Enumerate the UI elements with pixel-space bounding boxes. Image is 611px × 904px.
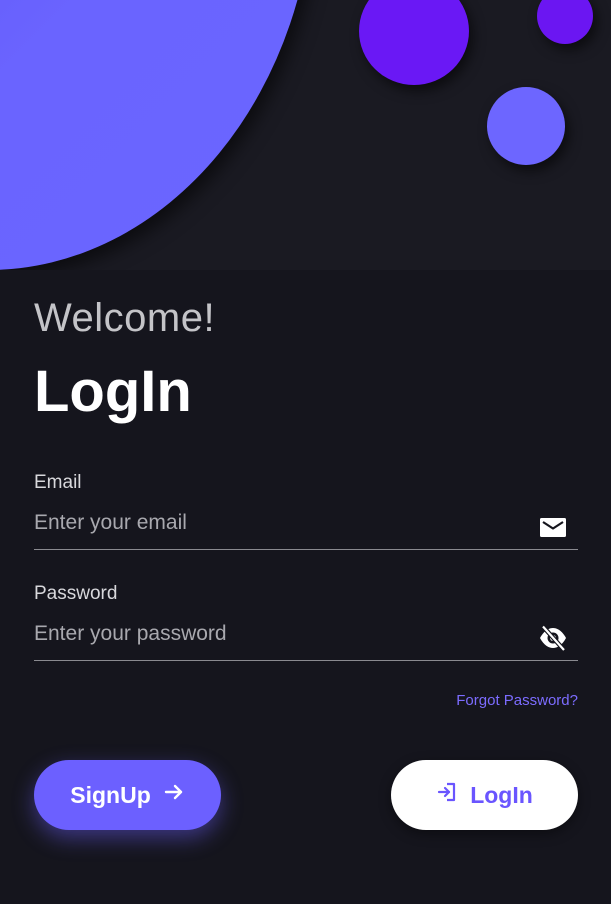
password-field-row xyxy=(34,615,578,661)
signup-button[interactable]: SignUp xyxy=(34,760,221,830)
forgot-password-link[interactable]: Forgot Password? xyxy=(456,692,578,709)
login-icon xyxy=(436,781,458,809)
welcome-text: Welcome! xyxy=(34,296,216,340)
signup-button-label: SignUp xyxy=(70,781,151,808)
login-button[interactable]: LogIn xyxy=(391,760,578,830)
decorative-bubble xyxy=(487,87,565,165)
email-field-row xyxy=(34,504,578,550)
decorative-header xyxy=(0,0,611,270)
decorative-bubble xyxy=(359,0,469,85)
arrow-right-icon xyxy=(163,781,185,809)
page-title: LogIn xyxy=(34,359,192,424)
login-button-label: LogIn xyxy=(470,781,533,808)
login-screen: Welcome! LogIn Email Password xyxy=(0,0,611,904)
email-field[interactable] xyxy=(34,504,524,542)
email-label: Email xyxy=(34,472,82,493)
password-field[interactable] xyxy=(34,615,524,653)
password-field-group: Password xyxy=(34,583,578,661)
visibility-off-icon[interactable] xyxy=(538,623,568,653)
email-field-group: Email xyxy=(34,472,578,550)
decorative-bubble xyxy=(537,0,593,44)
mail-icon xyxy=(538,512,568,542)
decorative-blob xyxy=(0,0,315,270)
password-label: Password xyxy=(34,583,118,604)
